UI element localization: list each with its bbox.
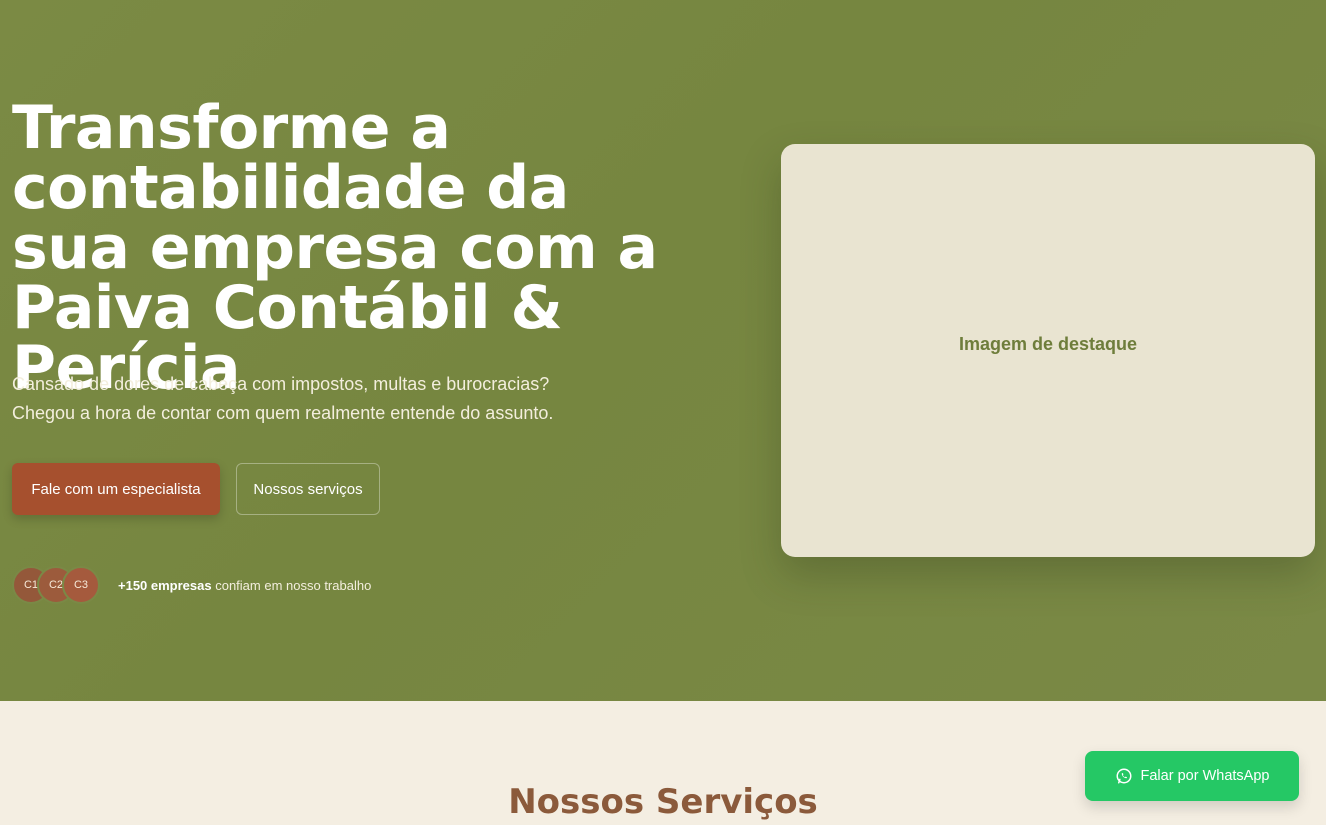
whatsapp-icon <box>1116 768 1132 784</box>
hero-title: Transforme a contabilidade da sua empres… <box>12 93 658 403</box>
our-services-button[interactable]: Nossos serviços <box>236 463 380 515</box>
hero-subtitle: Cansado de dores de cabeça com impostos,… <box>12 374 554 423</box>
avatar: C3 <box>62 566 100 604</box>
trust-text: +150 empresas confiam em nosso trabalho <box>118 578 371 593</box>
whatsapp-button[interactable]: Falar por WhatsApp <box>1085 751 1299 801</box>
trust-label: confiam em nosso trabalho <box>211 578 372 593</box>
client-avatars: C1 C2 C3 <box>12 566 108 604</box>
talk-to-specialist-button[interactable]: Fale com um especialista <box>12 463 220 515</box>
feature-image-placeholder: Imagem de destaque <box>781 144 1315 557</box>
feature-image-label: Imagem de destaque <box>958 334 1138 354</box>
whatsapp-label: Falar por WhatsApp <box>1140 768 1270 784</box>
trust-count: +150 empresas <box>118 578 212 593</box>
hero-section: Transforme a contabilidade da sua empres… <box>0 0 1326 701</box>
